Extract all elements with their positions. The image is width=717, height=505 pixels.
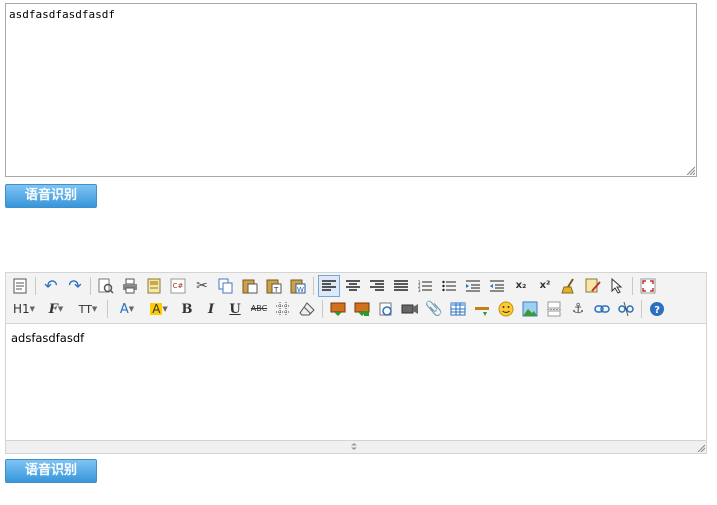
cut-icon[interactable]: ✂: [192, 276, 212, 296]
subscript-icon[interactable]: x₂: [511, 276, 531, 296]
link-image-icon[interactable]: [376, 299, 396, 319]
paste-word-icon[interactable]: W: [288, 276, 308, 296]
editor-content-text: adsfasdfasdf: [11, 331, 85, 345]
code-label: C#: [172, 282, 184, 290]
template-icon[interactable]: [144, 276, 164, 296]
svg-text:?: ?: [654, 305, 660, 316]
clear-format-broom-icon[interactable]: [559, 276, 579, 296]
editor-toolbar: ↶ ↷ C# ✂ T W 1 2 3 x₂ x² H1 ▼ F ▼ TT ▼ A…: [6, 273, 706, 324]
chevron-down-icon: ▼: [128, 304, 135, 313]
paste-text-icon[interactable]: T: [264, 276, 284, 296]
format-painter-icon[interactable]: [583, 276, 603, 296]
superscript-icon[interactable]: x²: [535, 276, 555, 296]
rich-text-editor: ↶ ↷ C# ✂ T W 1 2 3 x₂ x² H1 ▼ F ▼ TT ▼ A…: [5, 272, 707, 454]
undo-icon[interactable]: ↶: [41, 276, 61, 296]
toolbar-separator: [313, 277, 314, 295]
align-center-icon[interactable]: [343, 276, 363, 296]
ordered-list-icon[interactable]: 123: [415, 276, 435, 296]
help-icon[interactable]: ?: [647, 299, 667, 319]
toolbar-separator: [322, 300, 323, 318]
table-grid-icon[interactable]: [273, 299, 293, 319]
toolbar-row-1: ↶ ↷ C# ✂ T W 1 2 3 x₂ x²: [10, 275, 662, 297]
toolbar-separator: [641, 300, 642, 318]
unordered-list-icon[interactable]: [439, 276, 459, 296]
italic-button[interactable]: I: [201, 299, 221, 319]
link-icon[interactable]: [592, 299, 612, 319]
insert-table-icon[interactable]: [448, 299, 468, 319]
font-size-dropdown[interactable]: TT ▼: [74, 299, 102, 319]
editor-statusbar: [6, 440, 706, 453]
chevron-down-icon: ▼: [162, 304, 168, 313]
toolbar-separator: [35, 277, 36, 295]
source-icon[interactable]: [10, 276, 30, 296]
eraser-icon[interactable]: [297, 299, 317, 319]
video-icon[interactable]: [400, 299, 420, 319]
plain-textarea-content: asdfasdfasdfasdf: [9, 8, 115, 21]
font-family-label: F: [48, 301, 58, 317]
attachment-icon[interactable]: 📎: [424, 299, 444, 319]
code-icon[interactable]: C#: [168, 276, 188, 296]
italic-label: I: [207, 301, 215, 317]
bold-label: B: [181, 301, 193, 317]
align-justify-icon[interactable]: [391, 276, 411, 296]
strikethrough-button[interactable]: ABC: [249, 299, 269, 319]
align-right-icon[interactable]: [367, 276, 387, 296]
redo-icon[interactable]: ↷: [65, 276, 85, 296]
strike-label: ABC: [250, 304, 268, 313]
align-left-icon[interactable]: [318, 275, 340, 297]
resize-grip-icon[interactable]: [697, 444, 705, 452]
fullscreen-icon[interactable]: [638, 276, 658, 296]
toolbar-row-2: H1 ▼ F ▼ TT ▼ A ▼ A ▼ B I U ABC 📎 ⚓ ?: [10, 298, 671, 320]
insert-image-below-icon[interactable]: [352, 299, 372, 319]
resize-grip-icon[interactable]: [686, 166, 695, 175]
toolbar-separator: [90, 277, 91, 295]
chevron-down-icon: ▼: [91, 304, 98, 313]
font-color-label: A: [119, 301, 129, 317]
select-all-cursor-icon[interactable]: [607, 276, 627, 296]
toolbar-separator: [107, 300, 108, 318]
chevron-down-icon: ▼: [57, 304, 64, 313]
svg-text:3: 3: [418, 288, 421, 292]
insert-image-above-icon[interactable]: [328, 299, 348, 319]
underline-button[interactable]: U: [225, 299, 245, 319]
svg-text:W: W: [297, 286, 304, 294]
voice-recognition-button-2[interactable]: 语音识别: [5, 459, 97, 483]
outdent-icon[interactable]: [487, 276, 507, 296]
unlink-icon[interactable]: [616, 299, 636, 319]
superscript-label: x²: [539, 280, 551, 291]
toolbar-separator: [632, 277, 633, 295]
plain-textarea[interactable]: asdfasdfasdfasdf: [5, 3, 697, 177]
page-break-icon[interactable]: [544, 299, 564, 319]
preview-icon[interactable]: [96, 276, 116, 296]
bg-color-label: A: [150, 302, 163, 316]
font-size-label: TT: [78, 302, 92, 316]
bold-button[interactable]: B: [177, 299, 197, 319]
chevron-down-icon: ▼: [29, 304, 36, 313]
print-icon[interactable]: [120, 276, 140, 296]
background-color-dropdown[interactable]: A ▼: [145, 299, 173, 319]
svg-text:T: T: [273, 286, 279, 294]
subscript-label: x₂: [515, 280, 527, 291]
editor-content-area[interactable]: adsfasdfasdf: [6, 324, 706, 441]
underline-label: U: [229, 301, 241, 317]
font-family-dropdown[interactable]: F ▼: [42, 299, 70, 319]
copy-icon[interactable]: [216, 276, 236, 296]
paste-icon[interactable]: [240, 276, 260, 296]
horizontal-rule-icon[interactable]: [472, 299, 492, 319]
font-color-dropdown[interactable]: A ▼: [113, 299, 141, 319]
heading-label: H1: [12, 302, 30, 316]
scale-handle-icon[interactable]: [348, 443, 360, 450]
voice-recognition-button-1[interactable]: 语音识别: [5, 184, 97, 208]
image-icon[interactable]: [520, 299, 540, 319]
anchor-icon[interactable]: ⚓: [568, 299, 588, 319]
heading-dropdown[interactable]: H1 ▼: [10, 299, 38, 319]
indent-icon[interactable]: [463, 276, 483, 296]
emoticon-icon[interactable]: [496, 299, 516, 319]
